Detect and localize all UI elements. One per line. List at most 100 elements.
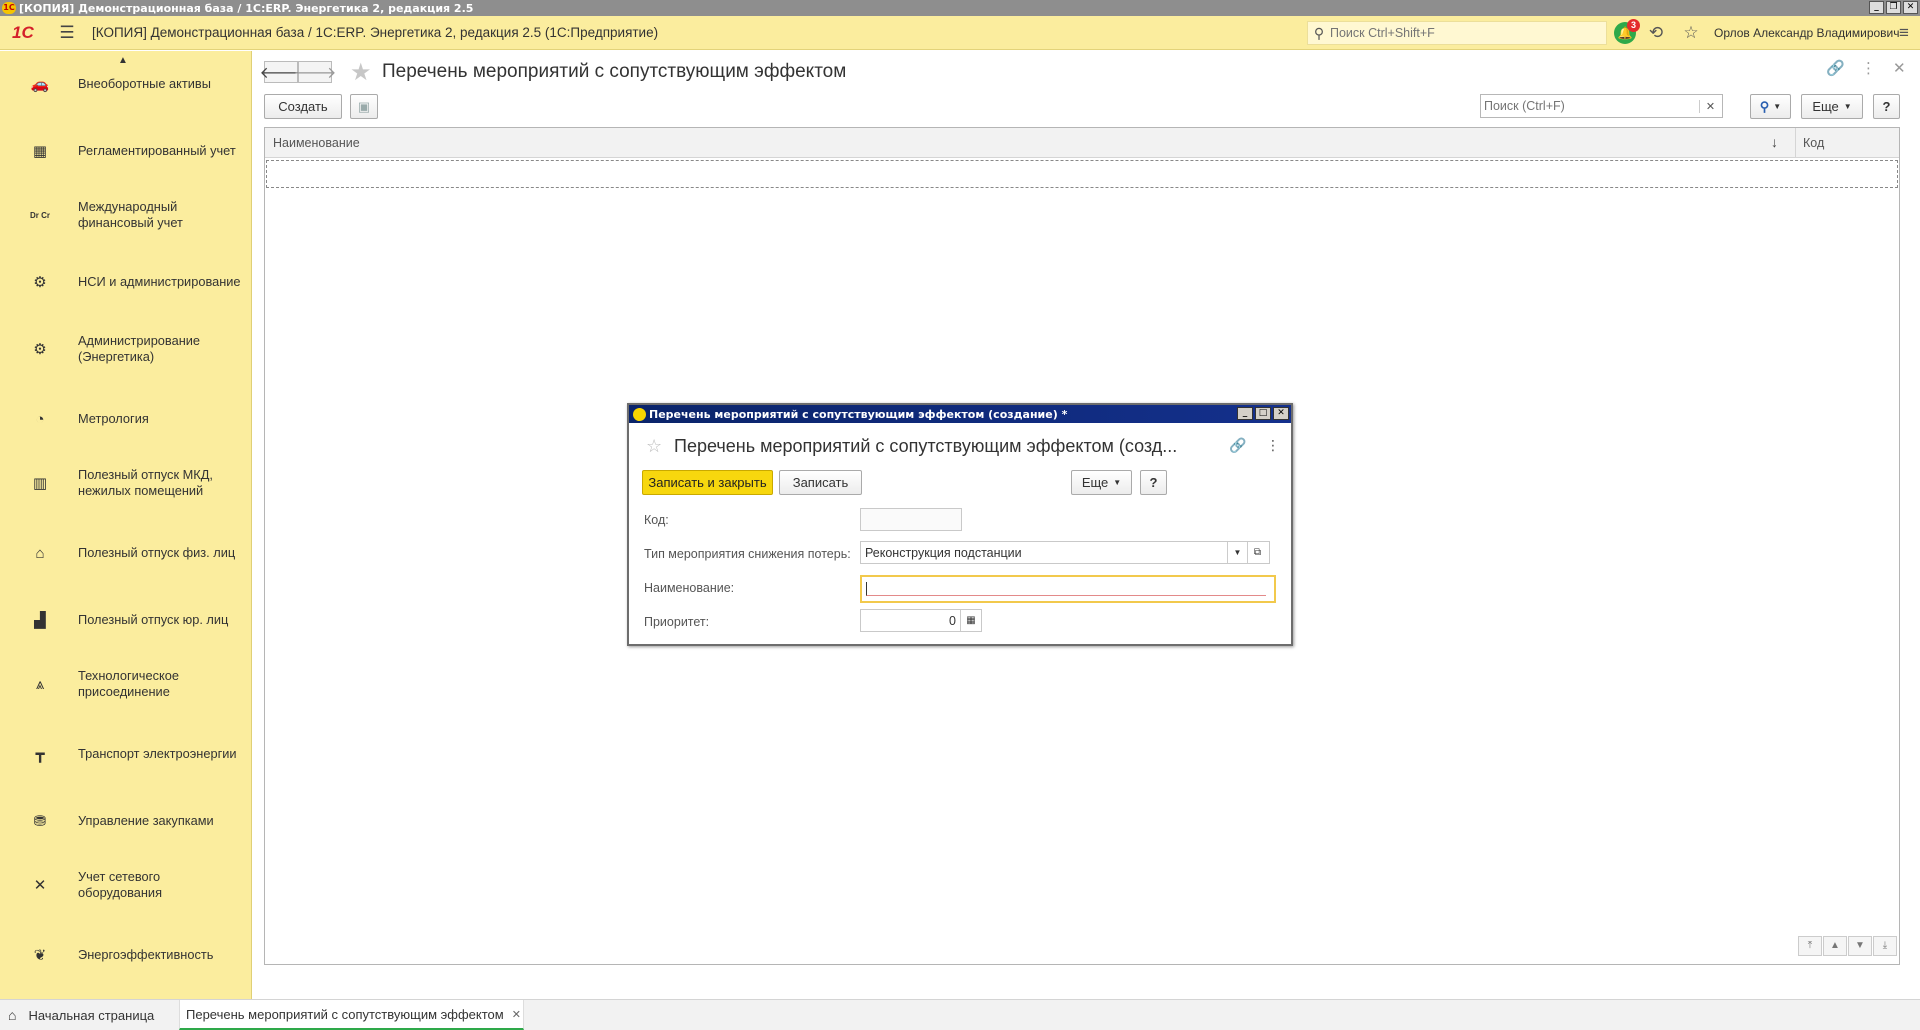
os-window-title: [КОПИЯ] Демонстрационная база / 1С:ERP. …	[19, 1, 474, 15]
sidebar-item-regulated-accounting[interactable]: ▦ Регламентированный учет	[0, 136, 252, 166]
next-page-icon[interactable]: ▼	[1848, 936, 1872, 956]
name-field[interactable]	[860, 575, 1276, 603]
sidebar-item-admin-energy[interactable]: ⚙ Администрирование (Энергетика)	[0, 329, 252, 369]
chevron-down-icon[interactable]: ▼	[1227, 542, 1247, 563]
dialog-title-bar[interactable]: Перечень мероприятий с сопутствующим эфф…	[629, 405, 1291, 423]
loss-reduction-type-field[interactable]: Реконструкция подстанции ▼ ⧉	[860, 541, 1270, 564]
brand-logo[interactable]: 1С	[12, 23, 46, 43]
close-icon[interactable]: ✕	[1903, 1, 1918, 14]
chevron-down-icon: ▼	[1843, 102, 1852, 111]
table-pager: ⤒ ▲ ▼ ⤓	[1797, 936, 1897, 956]
app-header: 1С ☰ [КОПИЯ] Демонстрационная база / 1С:…	[0, 16, 1920, 50]
name-label: Наименование:	[644, 581, 735, 595]
settings-menu-icon[interactable]: ≡	[1893, 22, 1915, 44]
column-header-code[interactable]: Код	[1803, 136, 1824, 150]
sidebar-item-ifrs[interactable]: Dr Cr Международный финансовый учет	[0, 195, 252, 235]
sidebar-item-supply-individuals[interactable]: ⌂ Полезный отпуск физ. лиц	[0, 538, 252, 568]
sidebar-item-energy-transport[interactable]: ┳ Транспорт электроэнергии	[0, 739, 252, 769]
app-logo-icon: 1С	[2, 2, 16, 14]
apartment-building-icon: ▥	[32, 475, 48, 492]
sidebar-item-master-data[interactable]: ⚙ НСИ и администрирование	[0, 262, 252, 302]
help-button[interactable]: ?	[1873, 94, 1900, 119]
copy-button[interactable]: ▣	[350, 94, 378, 119]
sidebar-item-label: Администрирование (Энергетика)	[78, 333, 201, 364]
save-and-close-button[interactable]: Записать и закрыть	[642, 470, 773, 495]
save-button[interactable]: Записать	[779, 470, 862, 495]
sidebar-item-network-equipment[interactable]: ✕ Учет сетевого оборудования	[0, 865, 252, 905]
more-button[interactable]: Еще ▼	[1801, 94, 1863, 119]
search-icon: ⚲	[1313, 24, 1325, 41]
close-icon[interactable]: ✕	[1893, 59, 1906, 77]
search-options-button[interactable]: ⚲ ▼	[1750, 94, 1791, 119]
tab-home[interactable]: ⌂ Начальная страница	[8, 1000, 176, 1030]
calculator-icon[interactable]: ▦	[960, 610, 981, 631]
sidebar-item-label: Метрология	[78, 411, 149, 426]
dialog-window-title: Перечень мероприятий с сопутствующим эфф…	[649, 407, 1068, 421]
sidebar-item-procurement[interactable]: ⛃ Управление закупками	[0, 806, 252, 836]
sidebar-item-tech-connection[interactable]: ⩓ Технологическое присоединение	[0, 664, 252, 704]
favorite-star-icon[interactable]: ☆	[646, 436, 662, 457]
sidebar-item-label: Технологическое присоединение	[78, 668, 179, 699]
sidebar-item-fixed-assets[interactable]: 🚗 Внеоборотные активы	[0, 69, 252, 99]
global-search[interactable]: ⚲	[1307, 21, 1607, 45]
more-vertical-icon[interactable]: ⋮	[1861, 59, 1876, 77]
column-divider[interactable]	[1795, 128, 1796, 158]
user-name[interactable]: Орлов Александр Владимирович	[1714, 26, 1900, 40]
loss-reduction-type-value: Реконструкция подстанции	[865, 545, 1022, 560]
dialog-more-button[interactable]: Еще ▼	[1071, 470, 1132, 495]
priority-label: Приоритет:	[644, 615, 710, 629]
notifications-badge: 3	[1627, 19, 1640, 32]
sidebar-item-metrology[interactable]: ◔ Метрология	[0, 404, 252, 434]
sidebar-item-supply-legal[interactable]: ▟ Полезный отпуск юр. лиц	[0, 605, 252, 635]
sidebar-scroll-up-icon[interactable]: ▲	[118, 55, 128, 66]
sidebar-item-label: Учет сетевого оборудования	[78, 869, 163, 900]
sidebar-item-label: Полезный отпуск юр. лиц	[78, 612, 229, 627]
minimize-icon[interactable]: _	[1237, 407, 1253, 420]
copy-icon: ▣	[357, 98, 371, 114]
priority-value: 0	[949, 613, 956, 628]
list-search-input[interactable]	[1481, 95, 1699, 117]
name-input-caret	[866, 582, 1266, 596]
list-search[interactable]: ✕	[1480, 94, 1723, 118]
maximize-icon[interactable]: □	[1255, 407, 1271, 420]
forward-button[interactable]: 🡒	[294, 61, 336, 83]
first-page-icon[interactable]: ⤒	[1798, 936, 1822, 956]
clear-search-icon[interactable]: ✕	[1699, 99, 1721, 113]
prev-page-icon[interactable]: ▲	[1823, 936, 1847, 956]
link-icon[interactable]: 🔗	[1826, 59, 1845, 77]
sections-sidebar: ▲ 🚗 Внеоборотные активы ▦ Регламентирова…	[0, 51, 252, 999]
menu-icon[interactable]: ☰	[56, 22, 78, 44]
table-header: Наименование ↓ Код	[265, 128, 1899, 158]
sidebar-item-label: Полезный отпуск МКД, нежилых помещений	[78, 467, 213, 498]
chevron-down-icon: ▼	[1113, 478, 1122, 487]
column-header-name[interactable]: Наименование	[273, 136, 360, 150]
sidebar-item-energy-efficiency[interactable]: ❦ Энергоэффективность	[0, 940, 252, 970]
history-icon[interactable]: ⟲	[1645, 22, 1667, 44]
sidebar-item-label: Управление закупками	[78, 813, 214, 828]
last-page-icon[interactable]: ⤓	[1873, 936, 1897, 956]
code-field[interactable]	[860, 508, 962, 531]
priority-field[interactable]: 0 ▦	[860, 609, 982, 632]
restore-icon[interactable]: ❐	[1886, 1, 1901, 14]
dialog-heading: Перечень мероприятий с сопутствующим эфф…	[674, 436, 1178, 456]
dr-cr-icon: Dr Cr	[30, 210, 51, 220]
tab-active-list[interactable]: Перечень мероприятий с сопутствующим эфф…	[179, 1000, 524, 1030]
dialog-help-button[interactable]: ?	[1140, 470, 1167, 495]
open-windows-bar: ⌂ Начальная страница Перечень мероприяти…	[0, 999, 1920, 1030]
os-window-controls: _ ❐ ✕	[1869, 1, 1918, 14]
tools-icon: ✕	[33, 877, 47, 894]
link-icon[interactable]: 🔗	[1229, 437, 1246, 454]
favorites-star-icon[interactable]: ☆	[1680, 22, 1702, 44]
favorite-star-icon[interactable]: ★	[350, 58, 372, 87]
more-vertical-icon[interactable]: ⋮	[1266, 437, 1280, 454]
sort-descending-icon[interactable]: ↓	[1771, 134, 1778, 150]
global-search-input[interactable]	[1330, 26, 1590, 40]
gear-icon: ⚙	[33, 274, 47, 291]
create-button[interactable]: Создать	[264, 94, 342, 119]
table-row[interactable]	[266, 160, 1898, 188]
minimize-icon[interactable]: _	[1869, 1, 1884, 14]
open-item-icon[interactable]: ⧉	[1247, 542, 1267, 563]
close-icon[interactable]: ✕	[1273, 407, 1289, 420]
close-icon[interactable]: ✕	[512, 1008, 521, 1021]
sidebar-item-supply-mkd[interactable]: ▥ Полезный отпуск МКД, нежилых помещений	[0, 463, 252, 503]
